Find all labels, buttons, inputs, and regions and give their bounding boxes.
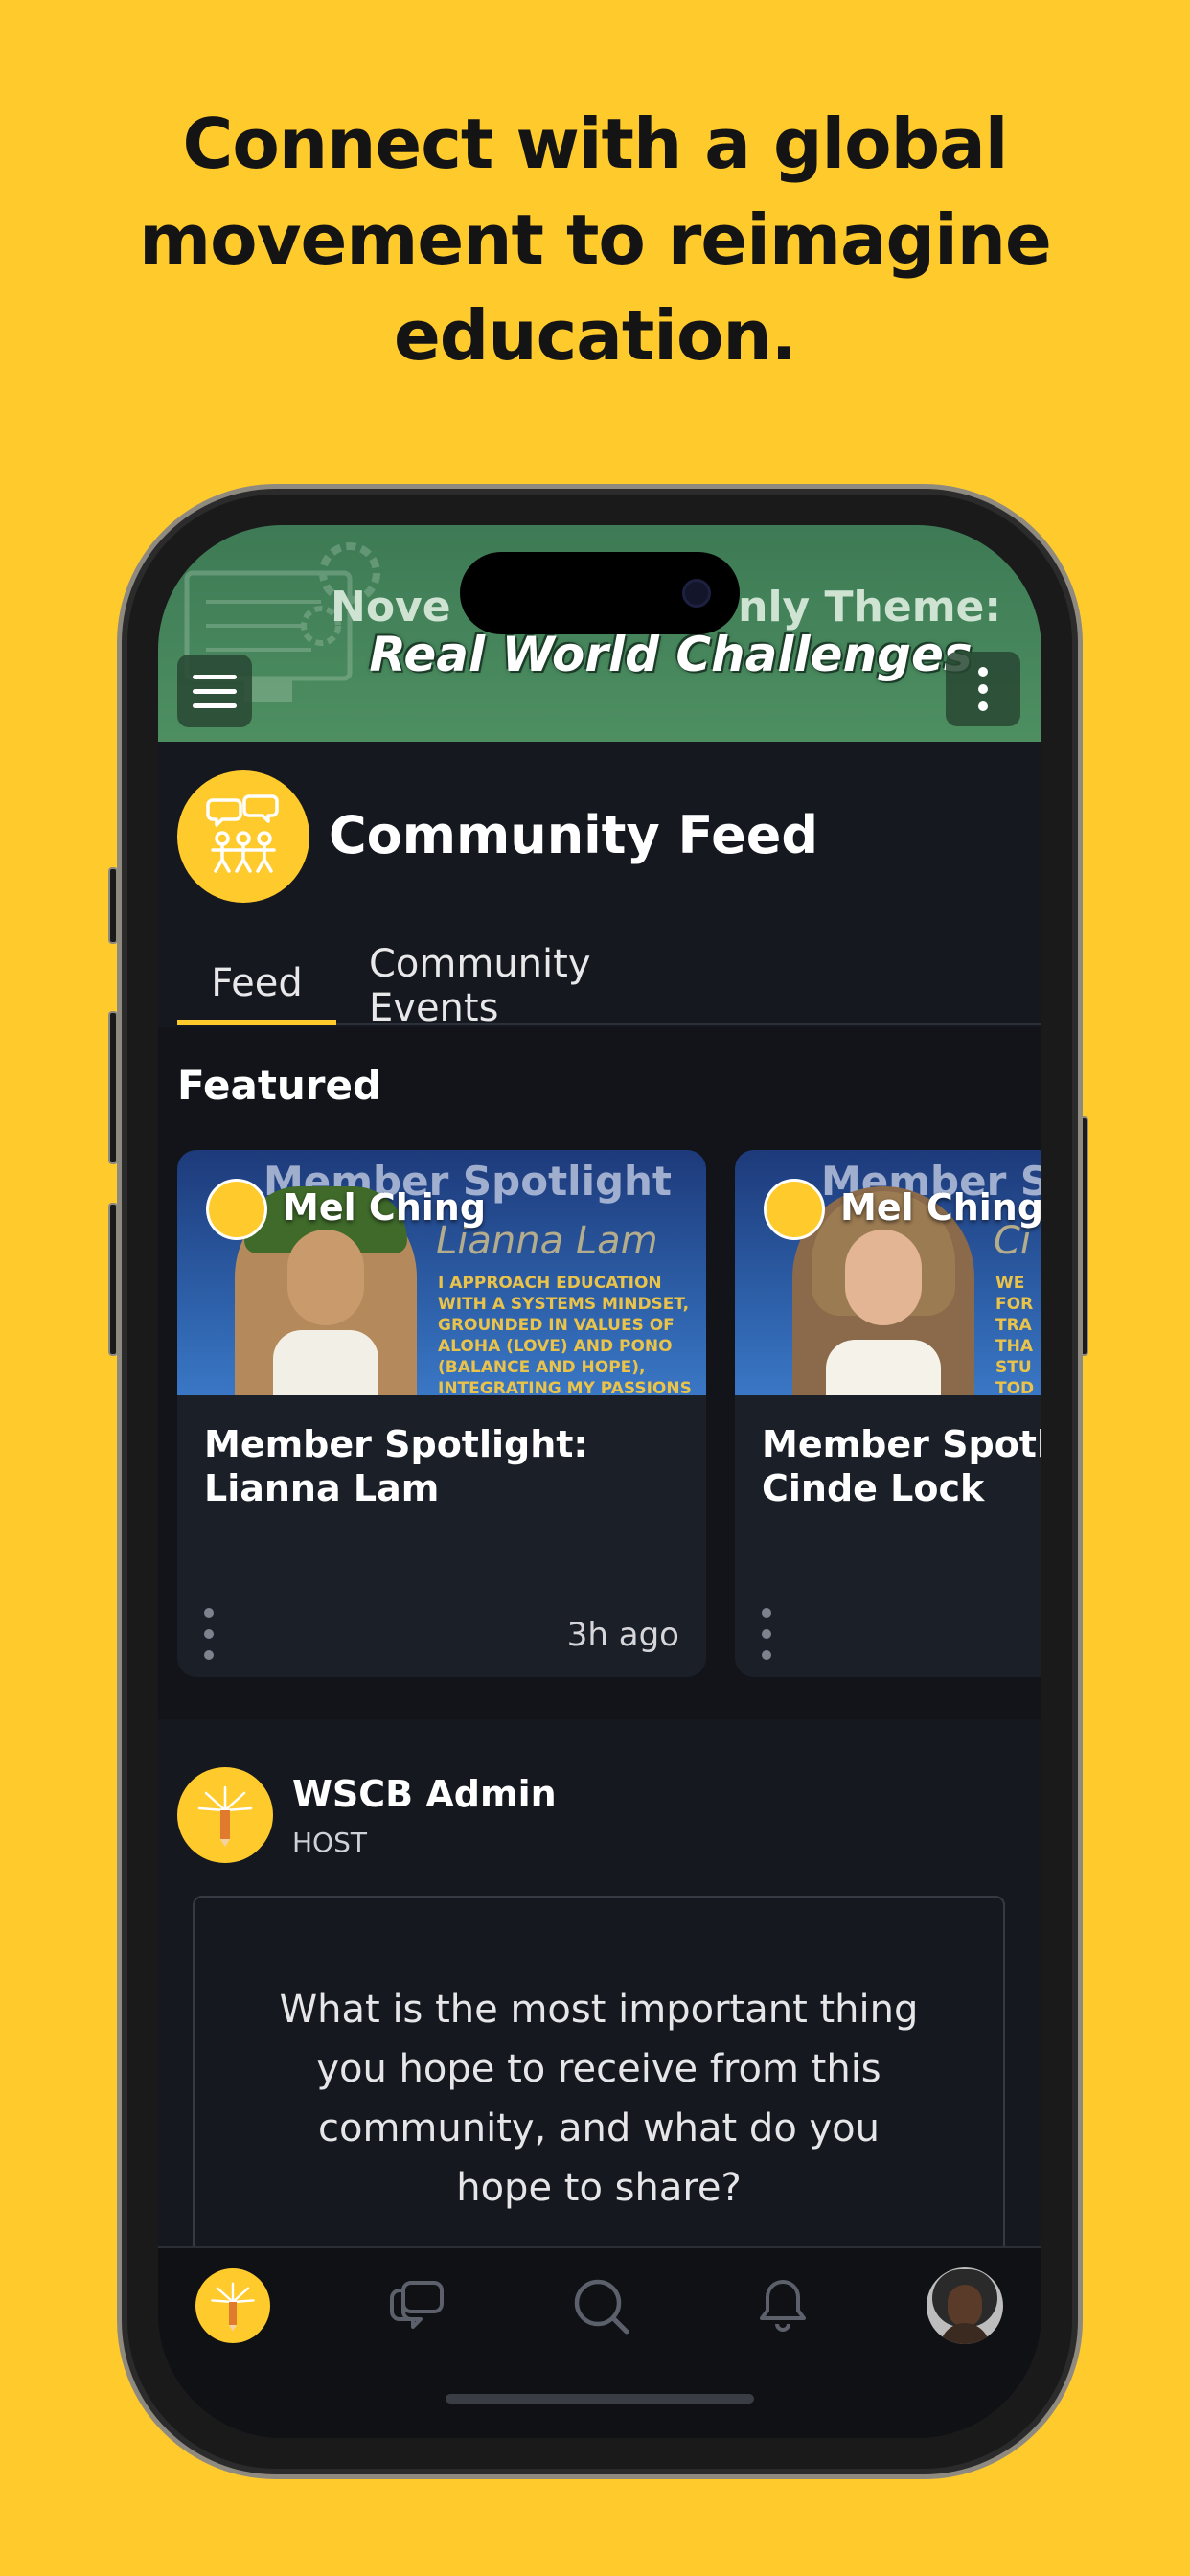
card-title-line-1: Member Spotlig [762, 1423, 1041, 1465]
community-title: Community Feed [329, 805, 819, 865]
bell-icon[interactable] [744, 2267, 821, 2344]
more-vertical-icon[interactable] [946, 652, 1020, 726]
profile-avatar[interactable] [927, 2267, 1003, 2344]
camera-icon [682, 579, 711, 608]
post-role: HOST [292, 1827, 367, 1858]
post-author-avatar[interactable] [177, 1767, 273, 1863]
post-text: What is the most important thing you hop… [279, 1988, 919, 2210]
community-people-icon [206, 794, 279, 873]
featured-card[interactable]: Member Spo Ci WE FOR TRA THA STU TOD Mel… [735, 1150, 1041, 1677]
dynamic-island [460, 552, 740, 634]
card-title: Member Spotlig Cinde Lock [762, 1422, 1041, 1510]
home-indicator [446, 2394, 754, 2404]
pencil-burst-icon [211, 2282, 255, 2332]
card-author: Mel Ching [840, 1186, 1041, 1229]
app-screen: Nove nly Theme: Real World Challenges Co… [158, 525, 1041, 2438]
search-icon[interactable] [562, 2267, 639, 2344]
card-title-line-2: Lianna Lam [204, 1467, 440, 1509]
card-title-line-2: Cinde Lock [762, 1467, 985, 1509]
card-author: Mel Ching [283, 1186, 487, 1229]
card-more-icon[interactable] [760, 1608, 773, 1660]
card-more-icon[interactable] [202, 1608, 216, 1660]
featured-card[interactable]: Member Spotlight Lianna Lam I APPROACH E… [177, 1150, 706, 1677]
community-logo [177, 770, 309, 903]
post-author[interactable]: WSCB Admin [292, 1773, 557, 1815]
tab-community-events-label: Community Events [369, 942, 591, 1030]
tab-feed-label: Feed [211, 961, 303, 1005]
hamburger-menu-icon[interactable] [177, 655, 252, 727]
headline: Connect with a global movement to reimag… [0, 96, 1190, 383]
banner-theme-left: Nove [331, 583, 451, 632]
banner-theme-right: nly Theme: [738, 583, 1001, 632]
tab-community-events[interactable]: Community Events [369, 942, 714, 1030]
banner-title: Real World Challenges [369, 627, 973, 682]
card-image-text: I APPROACH EDUCATION WITH A SYSTEMS MIND… [438, 1274, 692, 1395]
author-avatar [764, 1179, 825, 1240]
headline-line-2: movement to reimagine [139, 199, 1052, 280]
community-banner: Nove nly Theme: Real World Challenges [158, 525, 1041, 742]
card-image: Member Spo Ci WE FOR TRA THA STU TOD Mel… [735, 1150, 1041, 1395]
card-title: Member Spotlight: Lianna Lam [204, 1422, 683, 1510]
tab-feed[interactable]: Feed [177, 947, 336, 1025]
tab-bar-top: Feed Community Events [177, 942, 1041, 1030]
featured-title: Featured [177, 1062, 382, 1109]
card-image-text: WE FOR TRA THA STU TOD [995, 1274, 1035, 1395]
home-icon[interactable] [195, 2267, 271, 2344]
card-image: Member Spotlight Lianna Lam I APPROACH E… [177, 1150, 706, 1395]
chat-icon[interactable] [378, 2267, 455, 2344]
pencil-burst-icon [197, 1785, 253, 1847]
headline-line-1: Connect with a global [182, 104, 1009, 184]
headline-line-3: education. [393, 295, 797, 376]
card-time: 3h ago [566, 1616, 679, 1654]
card-title-line-1: Member Spotlight: [204, 1423, 588, 1465]
author-avatar [206, 1179, 267, 1240]
